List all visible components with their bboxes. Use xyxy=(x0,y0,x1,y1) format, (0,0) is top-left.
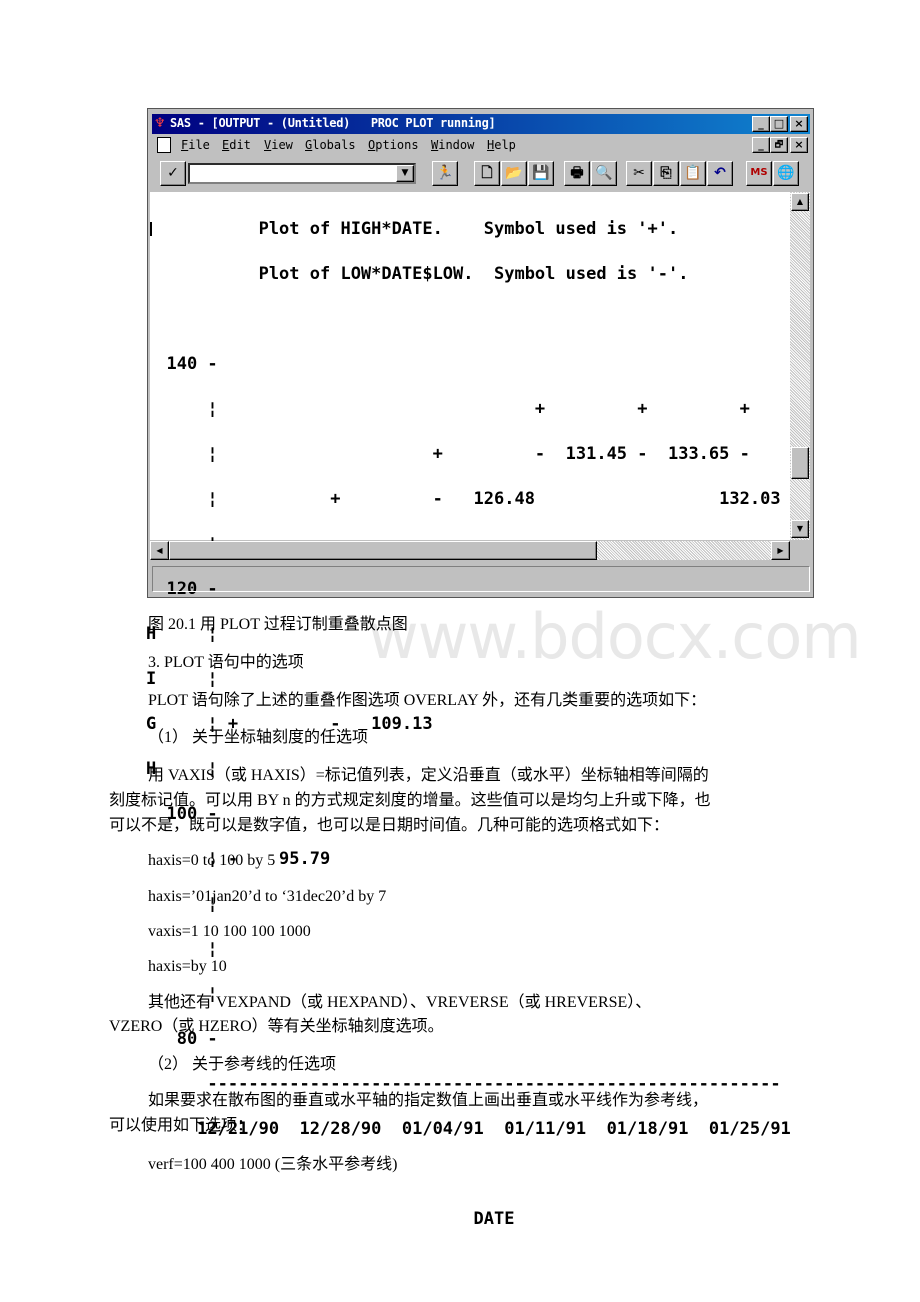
plot-line: ¦ + + + xyxy=(146,399,750,419)
copy-icon[interactable]: ⎘ xyxy=(653,161,679,186)
horizontal-scroll-thumb[interactable] xyxy=(169,541,597,560)
document-icon[interactable] xyxy=(157,137,171,153)
doc-restore-button[interactable]: 🗗 xyxy=(770,137,788,153)
scroll-up-button[interactable]: ▲ xyxy=(791,193,809,211)
paragraph-2-line: 其他还有 VEXPAND（或 HEXPAND）、VREVERSE（或 HREVE… xyxy=(148,994,652,1011)
plot-line: DATE xyxy=(146,1209,515,1229)
subheading-2: （2） 关于参考线的任选项 xyxy=(148,1056,337,1073)
menu-view-label: iew xyxy=(271,138,293,152)
save-icon[interactable]: 💾 xyxy=(528,161,554,186)
menu-options[interactable]: Options xyxy=(368,138,419,152)
command-input[interactable] xyxy=(188,163,416,184)
plot-line: 140 - xyxy=(146,354,218,374)
figure-caption: 图 20.1 用 PLOT 过程订制重叠散点图 xyxy=(148,616,408,633)
maximize-button[interactable]: □ xyxy=(770,116,788,132)
plot-line: Plot of LOW*DATE$LOW. Symbol used is '-'… xyxy=(146,264,689,284)
paragraph-2-line: VZERO（或 HZERO）等有关坐标轴刻度选项。 xyxy=(109,1018,444,1035)
sas-logo-icon: ♆ xyxy=(154,116,166,131)
paragraph-1-line: 可以不是，既可以是数字值，也可以是日期时间值。几种可能的选项格式如下： xyxy=(109,817,670,834)
menu-edit[interactable]: Edit xyxy=(222,138,251,152)
menu-globals[interactable]: Globals xyxy=(305,138,356,152)
scroll-down-button[interactable]: ▼ xyxy=(791,520,809,538)
menu-help[interactable]: Help xyxy=(487,138,516,152)
plot-line: ¦ xyxy=(146,939,218,959)
menu-help-label: elp xyxy=(494,138,516,152)
code-line: verf=100 400 1000 (三条水平参考线) xyxy=(148,1156,398,1173)
vertical-scrollbar[interactable] xyxy=(790,192,810,540)
undo-icon[interactable]: ↶ xyxy=(707,161,733,186)
msdos-icon[interactable]: MS xyxy=(746,161,772,186)
doc-minimize-button[interactable]: _ xyxy=(752,137,770,153)
menu-options-label: ptions xyxy=(375,138,419,152)
close-button[interactable]: × xyxy=(790,116,808,132)
menu-window[interactable]: Window xyxy=(431,138,474,152)
doc-close-button[interactable]: × xyxy=(790,137,808,153)
new-icon[interactable]: 🗋 xyxy=(474,161,500,186)
status-bar xyxy=(152,566,810,592)
paragraph-1-line: 刻度标记值。可以用 BY n 的方式规定刻度的增量。这些值可以是均匀上升或下降，… xyxy=(109,792,711,809)
code-line: vaxis=1 10 100 100 1000 xyxy=(148,923,311,940)
plot-line: ----------------------------------------… xyxy=(146,1074,781,1094)
cut-icon[interactable]: ✂ xyxy=(626,161,652,186)
run-icon[interactable]: 🏃 xyxy=(432,161,458,186)
plot-line: ¦ + - 131.45 - 133.65 - xyxy=(146,444,750,464)
paragraph-3-line: 可以使用如下选项： xyxy=(109,1117,254,1134)
scroll-right-button[interactable]: ▶ xyxy=(771,541,790,560)
paragraph-3-line: 如果要求在散布图的垂直或水平轴的指定数值上画出垂直或水平线作为参考线， xyxy=(148,1092,709,1109)
command-dropdown-button[interactable]: ▼ xyxy=(396,165,414,182)
subheading-1: （1） 关于坐标轴刻度的任选项 xyxy=(148,729,369,746)
section-heading: 3. PLOT 语句中的选项 xyxy=(148,654,304,671)
plot-output: Plot of HIGH*DATE. Symbol used is '+'. P… xyxy=(146,192,791,1242)
code-line: haxis=by 10 xyxy=(148,958,227,975)
code-line: haxis=’01jan20’d to ‘31dec20’d by 7 xyxy=(148,888,387,905)
paste-icon[interactable]: 📋 xyxy=(680,161,706,186)
menu-window-label: indow xyxy=(438,138,475,152)
minimize-button[interactable]: _ xyxy=(752,116,770,132)
submit-check-button[interactable]: ✓ xyxy=(160,161,186,186)
menu-file[interactable]: File xyxy=(181,138,210,152)
open-icon[interactable]: 📂 xyxy=(501,161,527,186)
scroll-left-button[interactable]: ◀ xyxy=(150,541,169,560)
menu-globals-label: lobals xyxy=(312,138,356,152)
globe-icon[interactable]: 🌐 xyxy=(773,161,799,186)
plot-line: ¦ + - 126.48 132.03 xyxy=(146,489,781,509)
menu-file-label: ile xyxy=(188,138,210,152)
plot-line: Plot of HIGH*DATE. Symbol used is '+'. xyxy=(146,219,679,239)
print-icon[interactable]: 🖶 xyxy=(564,161,590,186)
plot-line: I ¦ xyxy=(146,669,218,689)
preview-icon[interactable]: 🔍 xyxy=(591,161,617,186)
menu-view[interactable]: View xyxy=(264,138,293,152)
watermark: www.bdocx.com xyxy=(368,600,862,673)
plot-line xyxy=(146,312,791,327)
intro-paragraph: PLOT 语句除了上述的重叠作图选项 OVERLAY 外，还有几类重要的选项如下… xyxy=(148,692,707,709)
paragraph-1-line: 用 VAXIS（或 HAXIS）=标记值列表，定义沿垂直（或水平）坐标轴相等间隔… xyxy=(148,767,709,784)
code-line: haxis=0 to 100 by 5 xyxy=(148,852,276,869)
vertical-scroll-thumb[interactable] xyxy=(791,447,809,479)
window-title: SAS - [OUTPUT - (Untitled) PROC PLOT run… xyxy=(170,116,496,130)
menu-edit-label: dit xyxy=(229,138,251,152)
